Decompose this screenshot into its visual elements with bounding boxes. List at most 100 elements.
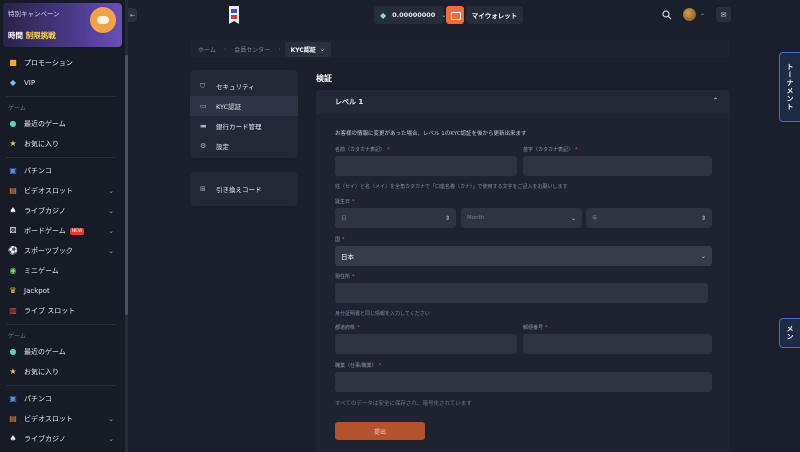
chevron-down-icon: ⌄ <box>108 247 114 255</box>
city-field[interactable] <box>335 334 517 354</box>
crown-icon: ♛ <box>9 286 17 295</box>
menu-item-bank-card[interactable]: ▬ 銀行カード管理 <box>190 116 298 136</box>
sidebar-item-label: ライブカジノ <box>24 435 66 443</box>
chat-icon[interactable]: ✉ <box>716 7 731 22</box>
promo-small-text: 特別キャンペーン <box>8 10 60 18</box>
sidebar-item-label: VIP <box>24 79 36 87</box>
sidebar-item-pachinko[interactable]: ▣ パチンコ <box>0 161 122 181</box>
city-label: 都道府県 * <box>335 325 360 331</box>
dob-month-select[interactable]: Month ⌄ <box>461 208 582 228</box>
balance-selector[interactable]: ◆ 0.00000000 ⌄ <box>374 6 446 24</box>
sidebar-item-recent[interactable]: ● 最近のゲーム <box>0 114 122 134</box>
menu-item-settings[interactable]: ⚙ 設定 <box>190 136 298 156</box>
sidebar-item-mini-game[interactable]: ◉ ミニゲーム <box>0 261 122 281</box>
star-icon: ★ <box>9 139 17 148</box>
chevron-down-icon: ⌄ <box>108 227 114 235</box>
redeem-icon: ⊞ <box>200 185 206 193</box>
gamepad-icon: ◉ <box>9 266 17 275</box>
sidebar-item-board-game[interactable]: ⚄ ボードゲーム NEW ⌄ <box>0 221 122 241</box>
country-label: 国 * <box>335 237 345 243</box>
collapse-sidebar-button[interactable]: ⇤ <box>128 8 137 22</box>
history-icon: ● <box>9 347 17 356</box>
id-hint: 身分証明書と同じ情報を入力してください <box>335 311 430 317</box>
stepper-icon[interactable]: ⇕ <box>445 215 450 222</box>
level-header[interactable]: レベル 1 ⌃ <box>316 90 730 114</box>
last-name-field[interactable] <box>335 156 517 176</box>
dob-year-stepper[interactable]: 年 ⇕ <box>586 208 712 228</box>
last-name-label: 名前（カタカナ表記） * <box>335 147 390 153</box>
promo-banner[interactable]: 特別キャンペーン 時間 制限挑戦 <box>3 3 122 47</box>
submit-button[interactable]: 提出 <box>335 422 425 440</box>
id-card-icon: ▭ <box>200 102 207 110</box>
sidebar-item-label: Jackpot <box>24 287 50 295</box>
bank-card-icon: ▬ <box>200 122 207 130</box>
pachinko-icon: ▣ <box>9 166 17 175</box>
sidebar-item-label: ボードゲーム <box>24 227 66 235</box>
sidebar-item-jackpot[interactable]: ♛ Jackpot <box>0 281 122 301</box>
sidebar-item-video-slot[interactable]: ▤ ビデオスロット ⌄ <box>0 181 122 201</box>
sidebar-item-sportsbook[interactable]: ⚽ スポーツブック ⌄ <box>0 241 122 261</box>
sidebar-item-live-slot[interactable]: ▥ ライブ スロット <box>0 301 122 321</box>
slot-icon: ▤ <box>9 414 17 423</box>
first-name-field[interactable] <box>523 156 712 176</box>
sidebar-item-favorites-2[interactable]: ★ お気に入り <box>0 362 122 382</box>
balance-amount: 0.00000000 <box>392 11 436 19</box>
divider <box>6 96 116 97</box>
section-label-game-2: ゲーム <box>8 332 26 340</box>
breadcrumb-current[interactable]: KYC認証 ⌄ <box>284 41 331 57</box>
chevron-down-icon: ⌄ <box>108 435 114 443</box>
live-slot-icon: ▥ <box>9 306 17 315</box>
breadcrumb-member-center[interactable]: 会員センター <box>226 45 278 54</box>
avatar[interactable] <box>683 8 696 21</box>
chevron-down-icon[interactable]: ⌄ <box>700 10 705 17</box>
mascot-icon <box>90 7 116 33</box>
country-select[interactable]: 日本 ⌄ <box>335 246 712 266</box>
chevron-down-icon: ⌄ <box>700 252 706 260</box>
chevron-up-icon: ⌃ <box>712 97 718 104</box>
soccer-icon: ⚽ <box>8 246 18 255</box>
breadcrumb-home[interactable]: ホーム <box>190 45 224 54</box>
menu-item-redeem-code[interactable]: ⊞ 引き換えコード <box>190 172 298 206</box>
occupation-field[interactable] <box>335 372 712 392</box>
postal-label: 郵便番号 * <box>523 325 548 331</box>
menu-item-label: 設定 <box>216 143 229 151</box>
sidebar-item-pachinko-2[interactable]: ▣ パチンコ <box>0 389 122 409</box>
my-wallet-button[interactable]: マイウォレット <box>466 6 523 24</box>
menu-item-security[interactable]: ⛉ セキュリティ <box>190 76 298 96</box>
address-field[interactable] <box>335 283 708 303</box>
sidebar-item-label: お気に入り <box>24 140 59 148</box>
sidebar-item-label: パチンコ <box>24 395 52 403</box>
dob-day-stepper[interactable]: 日 ⇕ <box>335 208 456 228</box>
sidebar-item-recent-2[interactable]: ● 最近のゲーム <box>0 342 122 362</box>
pachinko-icon: ▣ <box>9 394 17 403</box>
mission-tab[interactable]: メン <box>779 318 800 348</box>
wallet-icon-button[interactable] <box>446 6 464 24</box>
menu-item-label: セキュリティ <box>216 83 255 91</box>
sidebar: 特別キャンペーン 時間 制限挑戦 ■ プロモーション ◆ VIP ゲーム ● 最… <box>0 0 125 452</box>
country-value: 日本 <box>341 253 354 261</box>
sidebar-item-video-slot-2[interactable]: ▤ ビデオスロット ⌄ <box>0 409 122 429</box>
shield-icon: ⛉ <box>200 81 206 90</box>
stepper-icon[interactable]: ⇕ <box>701 215 706 222</box>
tournament-tab[interactable]: トーナメント <box>779 52 800 122</box>
sidebar-item-favorites[interactable]: ★ お気に入り <box>0 134 122 154</box>
logo-icon[interactable] <box>227 4 241 26</box>
dob-label: 誕生日 * <box>335 199 355 205</box>
cards-icon: ♠ <box>9 206 17 215</box>
sidebar-item-label: ライブ スロット <box>24 307 76 315</box>
menu-item-kyc[interactable]: ▭ KYC認証 <box>190 96 298 116</box>
sidebar-item-label: 最近のゲーム <box>24 348 66 356</box>
sidebar-item-live-casino-2[interactable]: ♠ ライブカジノ ⌄ <box>0 429 122 449</box>
sidebar-item-live-casino[interactable]: ♠ ライブカジノ ⌄ <box>0 201 122 221</box>
history-icon: ● <box>9 119 17 128</box>
postal-code-field[interactable] <box>523 334 712 354</box>
first-name-label: 苗字（カタカナ表記） * <box>523 147 578 153</box>
sidebar-item-vip[interactable]: ◆ VIP <box>0 73 122 93</box>
sidebar-item-promotion[interactable]: ■ プロモーション <box>0 53 122 73</box>
dice-icon: ⚄ <box>9 226 17 235</box>
sidebar-scrollbar-thumb[interactable] <box>125 55 128 315</box>
breadcrumb: ホーム › 会員センター › KYC認証 ⌄ <box>190 40 730 58</box>
search-icon[interactable] <box>662 10 672 20</box>
chevron-down-icon: ⌄ <box>570 214 576 222</box>
kyc-notice: お客様の情報に変更があった場合、レベル 1のKYC認証を後から更新出来ます <box>335 131 527 137</box>
